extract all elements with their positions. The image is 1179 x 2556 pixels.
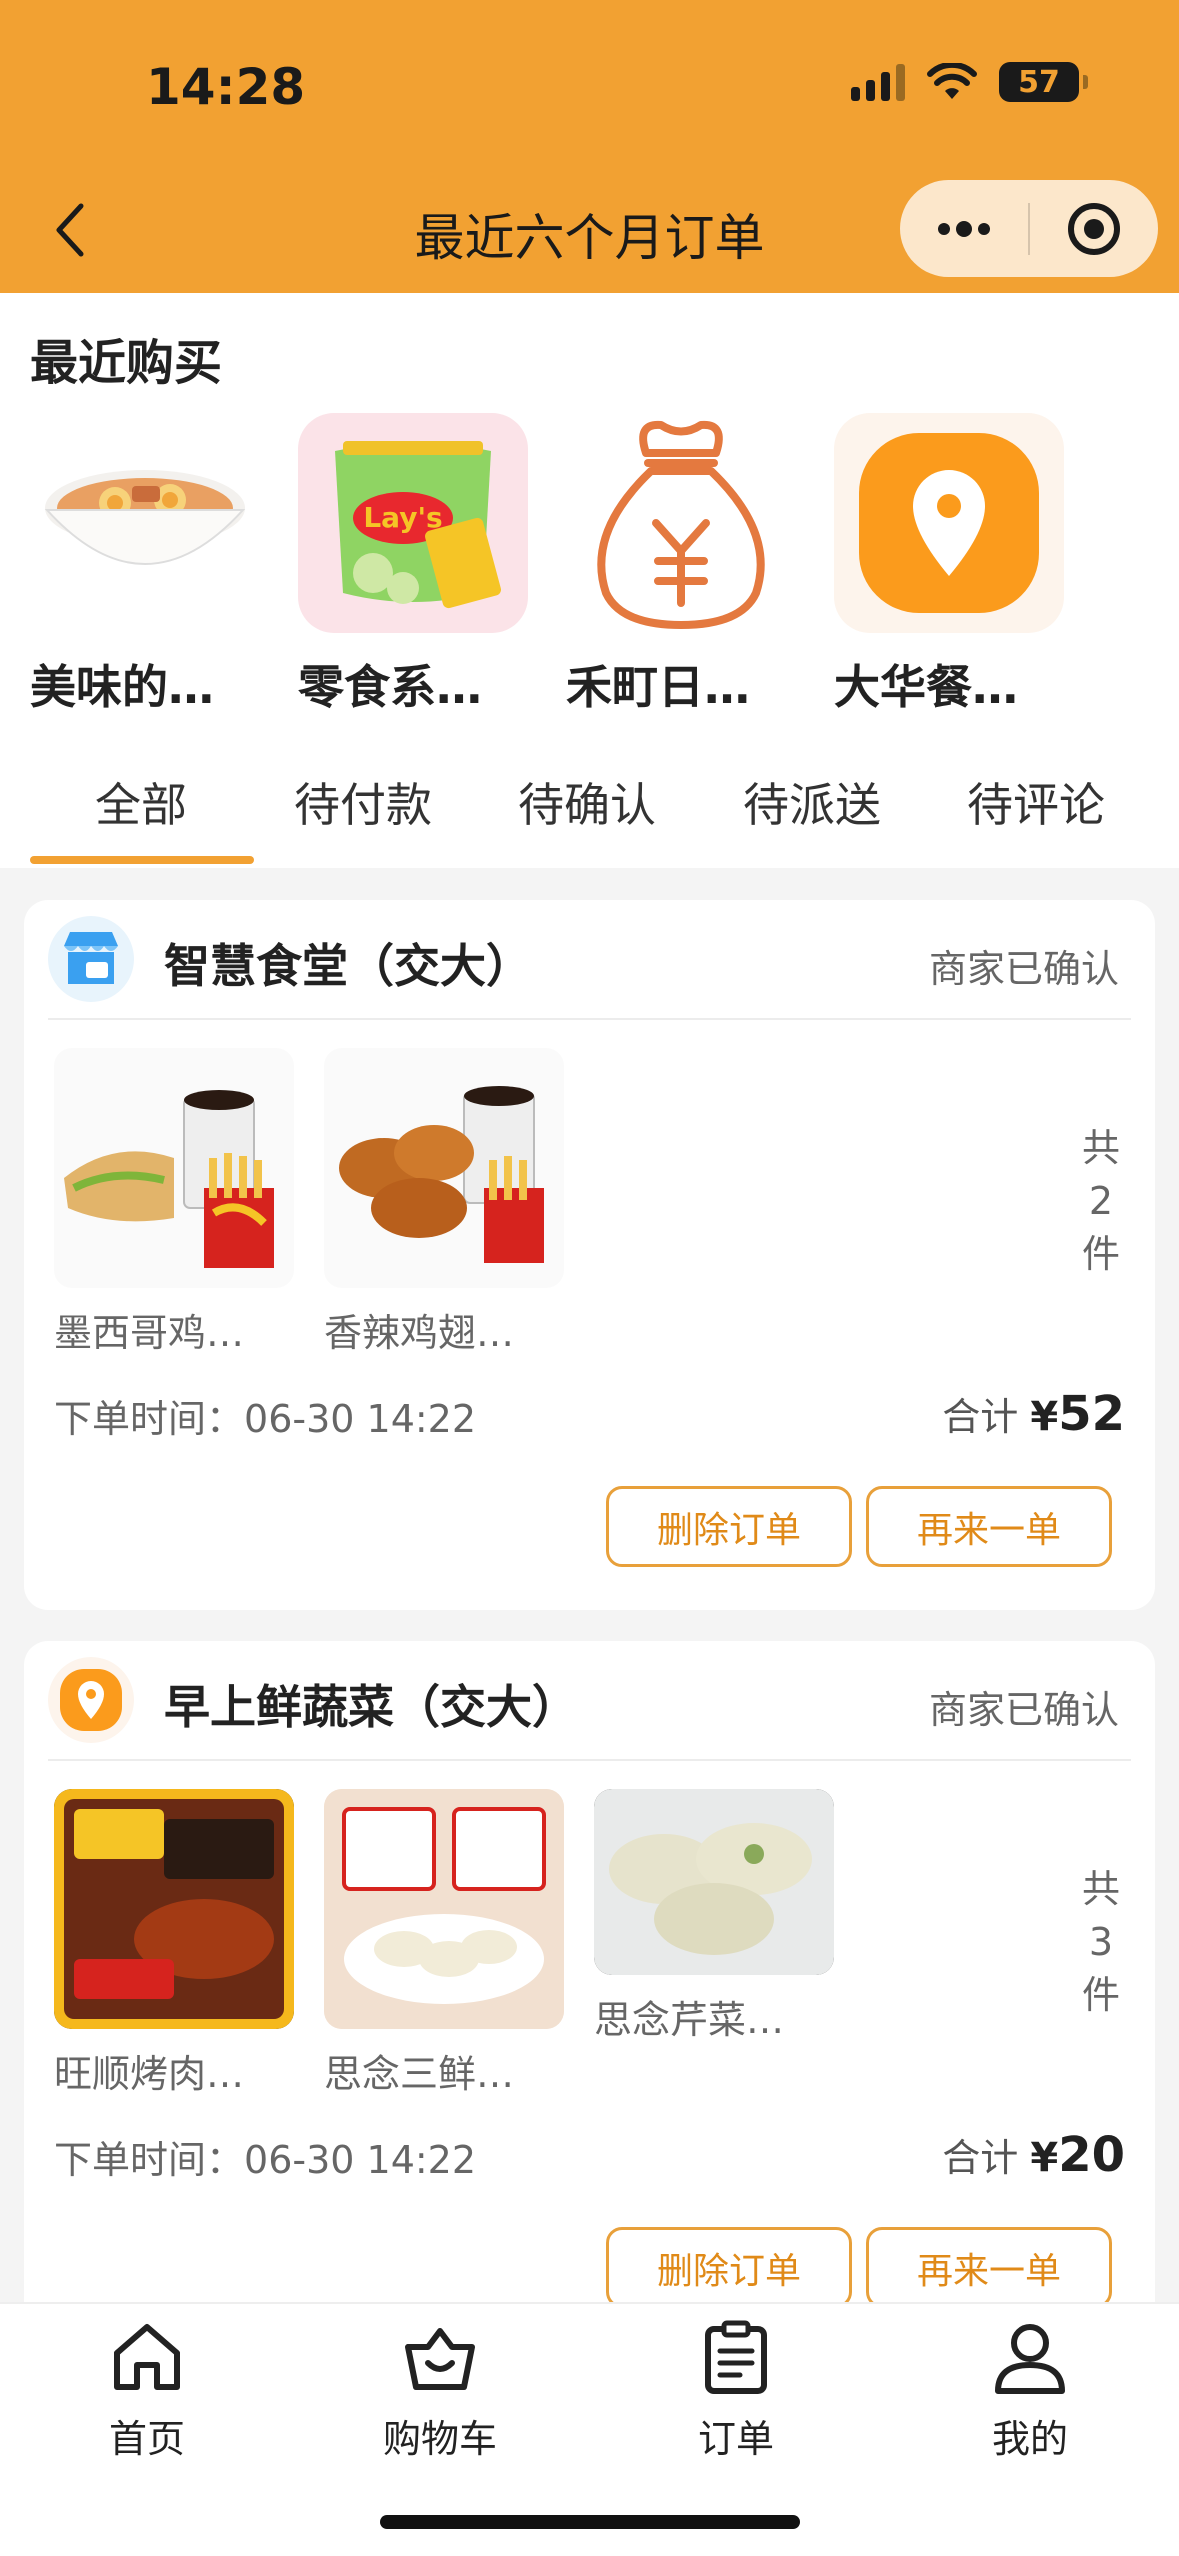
- product-item[interactable]: 思念芹菜…: [594, 1789, 834, 2044]
- tabbar-label: 购物车: [382, 2417, 497, 2461]
- product-item[interactable]: 旺顺烤肉…: [54, 1789, 294, 2098]
- recent-item-name: 大华餐…: [834, 660, 1018, 714]
- order-total-label: 合计: [942, 1395, 1019, 1439]
- active-tab-indicator: [30, 856, 254, 864]
- recent-item[interactable]: Lay's 零食系…: [298, 413, 528, 717]
- item-count: 共 3 件: [1071, 1863, 1131, 2022]
- more-dots-icon: [938, 220, 990, 237]
- shop-name: 早上鲜蔬菜（交大）: [164, 1680, 578, 1734]
- currency-symbol: ¥: [1030, 2135, 1059, 2181]
- order-time-label: 下单时间：: [54, 2138, 245, 2182]
- noodle-bowl-icon: [30, 413, 260, 633]
- product-image-burrito-combo: [54, 1048, 294, 1288]
- recent-item[interactable]: 大华餐…: [834, 413, 1064, 717]
- close-miniprogram-button[interactable]: [1030, 180, 1158, 277]
- money-bag-icon: [566, 413, 796, 633]
- recent-title: 最近购买: [30, 335, 223, 391]
- product-image-wings-combo: [324, 1048, 564, 1288]
- basket-icon: [340, 2312, 540, 2402]
- tabbar-label: 我的: [991, 2417, 1068, 2461]
- order-total: 合计 ¥20: [942, 2127, 1125, 2183]
- order-status: 商家已确认: [928, 1688, 1119, 1732]
- item-count-number: 2: [1088, 1179, 1114, 1223]
- item-count-prefix: 共: [1081, 1867, 1120, 1911]
- tab-pending-payment[interactable]: 待付款: [294, 769, 432, 835]
- product-name: 思念三鲜…: [324, 2052, 515, 2096]
- status-icons: 57: [851, 62, 1088, 102]
- order-tabs: 全部 待付款 待确认 待派送 待评论: [0, 741, 1179, 864]
- order-time-label: 下单时间：: [54, 1397, 245, 1441]
- item-count-suffix: 件: [1081, 1232, 1120, 1276]
- product-item[interactable]: 香辣鸡翅…: [324, 1048, 564, 1357]
- tab-pending-confirm[interactable]: 待确认: [518, 769, 656, 835]
- wifi-icon: [927, 63, 977, 99]
- tabbar-item-cart[interactable]: 购物车: [340, 2312, 540, 2463]
- order-card[interactable]: 智慧食堂（交大） 商家已确认 墨西哥鸡… 香辣鸡翅… 共 2 件 下单时间：06…: [24, 900, 1155, 1610]
- clipboard-icon: [636, 2312, 836, 2402]
- order-time: 下单时间：06-30 14:22: [54, 1388, 476, 1443]
- miniprogram-capsule: [900, 180, 1158, 277]
- order-total-amount: 20: [1058, 2127, 1125, 2183]
- tab-pending-delivery[interactable]: 待派送: [743, 769, 881, 835]
- tab-pending-review[interactable]: 待评论: [967, 769, 1105, 835]
- user-icon: [930, 2312, 1130, 2402]
- status-time: 14:28: [146, 58, 306, 116]
- product-image-dumplings-three: [324, 1789, 564, 2029]
- recent-purchases-section: 最近购买 美味的… Lay's 零食系… 禾町日… 大华餐… 全部 待付款 待确…: [0, 293, 1179, 868]
- order-time-value: 06-30 14:22: [244, 2138, 477, 2182]
- tabbar-label: 首页: [108, 2417, 185, 2461]
- shop-name: 智慧食堂（交大）: [164, 939, 532, 993]
- target-icon: [1067, 202, 1120, 255]
- product-name: 旺顺烤肉…: [54, 2052, 245, 2096]
- order-total: 合计 ¥52: [942, 1386, 1125, 1442]
- tabbar-item-home[interactable]: 首页: [47, 2312, 247, 2463]
- order-card[interactable]: 早上鲜蔬菜（交大） 商家已确认 旺顺烤肉… 思念三鲜… 思念芹菜… 共 3 件 …: [24, 1641, 1155, 2341]
- tab-all[interactable]: 全部: [95, 769, 187, 835]
- reorder-button[interactable]: 再来一单: [866, 1486, 1112, 1567]
- card-divider: [48, 1018, 1131, 1020]
- product-image-bbq-sauce: [54, 1789, 294, 2029]
- more-button[interactable]: [900, 180, 1028, 277]
- chips-bag-icon: Lay's: [298, 413, 528, 633]
- delete-order-button[interactable]: 删除订单: [606, 1486, 852, 1567]
- header: 14:28 57 最近六个月订单: [0, 0, 1179, 293]
- product-item[interactable]: 思念三鲜…: [324, 1789, 564, 2098]
- order-time: 下单时间：06-30 14:22: [54, 2129, 476, 2184]
- item-count-suffix: 件: [1081, 1973, 1120, 2017]
- reorder-button[interactable]: 再来一单: [866, 2227, 1112, 2308]
- item-count: 共 2 件: [1071, 1122, 1131, 1281]
- product-image-dumplings-celery: [594, 1789, 834, 1975]
- tabbar-item-profile[interactable]: 我的: [930, 2312, 1130, 2463]
- location-pin-icon: [834, 413, 1064, 633]
- battery-icon: 57: [999, 62, 1088, 102]
- order-total-amount: 52: [1058, 1386, 1125, 1442]
- svg-text:Lay's: Lay's: [363, 501, 442, 534]
- product-item[interactable]: 墨西哥鸡…: [54, 1048, 294, 1357]
- recent-item[interactable]: 美味的…: [30, 413, 260, 717]
- item-count-number: 3: [1088, 1920, 1114, 1964]
- order-time-value: 06-30 14:22: [244, 1397, 477, 1441]
- shop-logo-icon: [48, 916, 134, 1002]
- order-total-label: 合计: [942, 2136, 1019, 2180]
- product-name: 墨西哥鸡…: [54, 1311, 245, 1355]
- delete-order-button[interactable]: 删除订单: [606, 2227, 852, 2308]
- signal-icon: [851, 63, 905, 101]
- recent-item-name: 禾町日…: [566, 660, 750, 714]
- item-count-prefix: 共: [1081, 1126, 1120, 1170]
- tabbar-label: 订单: [697, 2417, 774, 2461]
- home-icon: [47, 2312, 247, 2402]
- order-status: 商家已确认: [928, 947, 1119, 991]
- recent-item-name: 美味的…: [30, 660, 214, 714]
- card-divider: [48, 1759, 1131, 1761]
- currency-symbol: ¥: [1030, 1394, 1059, 1440]
- tabbar-item-orders[interactable]: 订单: [636, 2312, 836, 2463]
- recent-item-name: 零食系…: [298, 660, 482, 714]
- product-name: 香辣鸡翅…: [324, 1311, 515, 1355]
- shop-logo-icon: [48, 1657, 134, 1743]
- recent-item[interactable]: 禾町日…: [566, 413, 796, 717]
- home-indicator: [380, 2515, 800, 2529]
- product-name: 思念芹菜…: [594, 1998, 785, 2042]
